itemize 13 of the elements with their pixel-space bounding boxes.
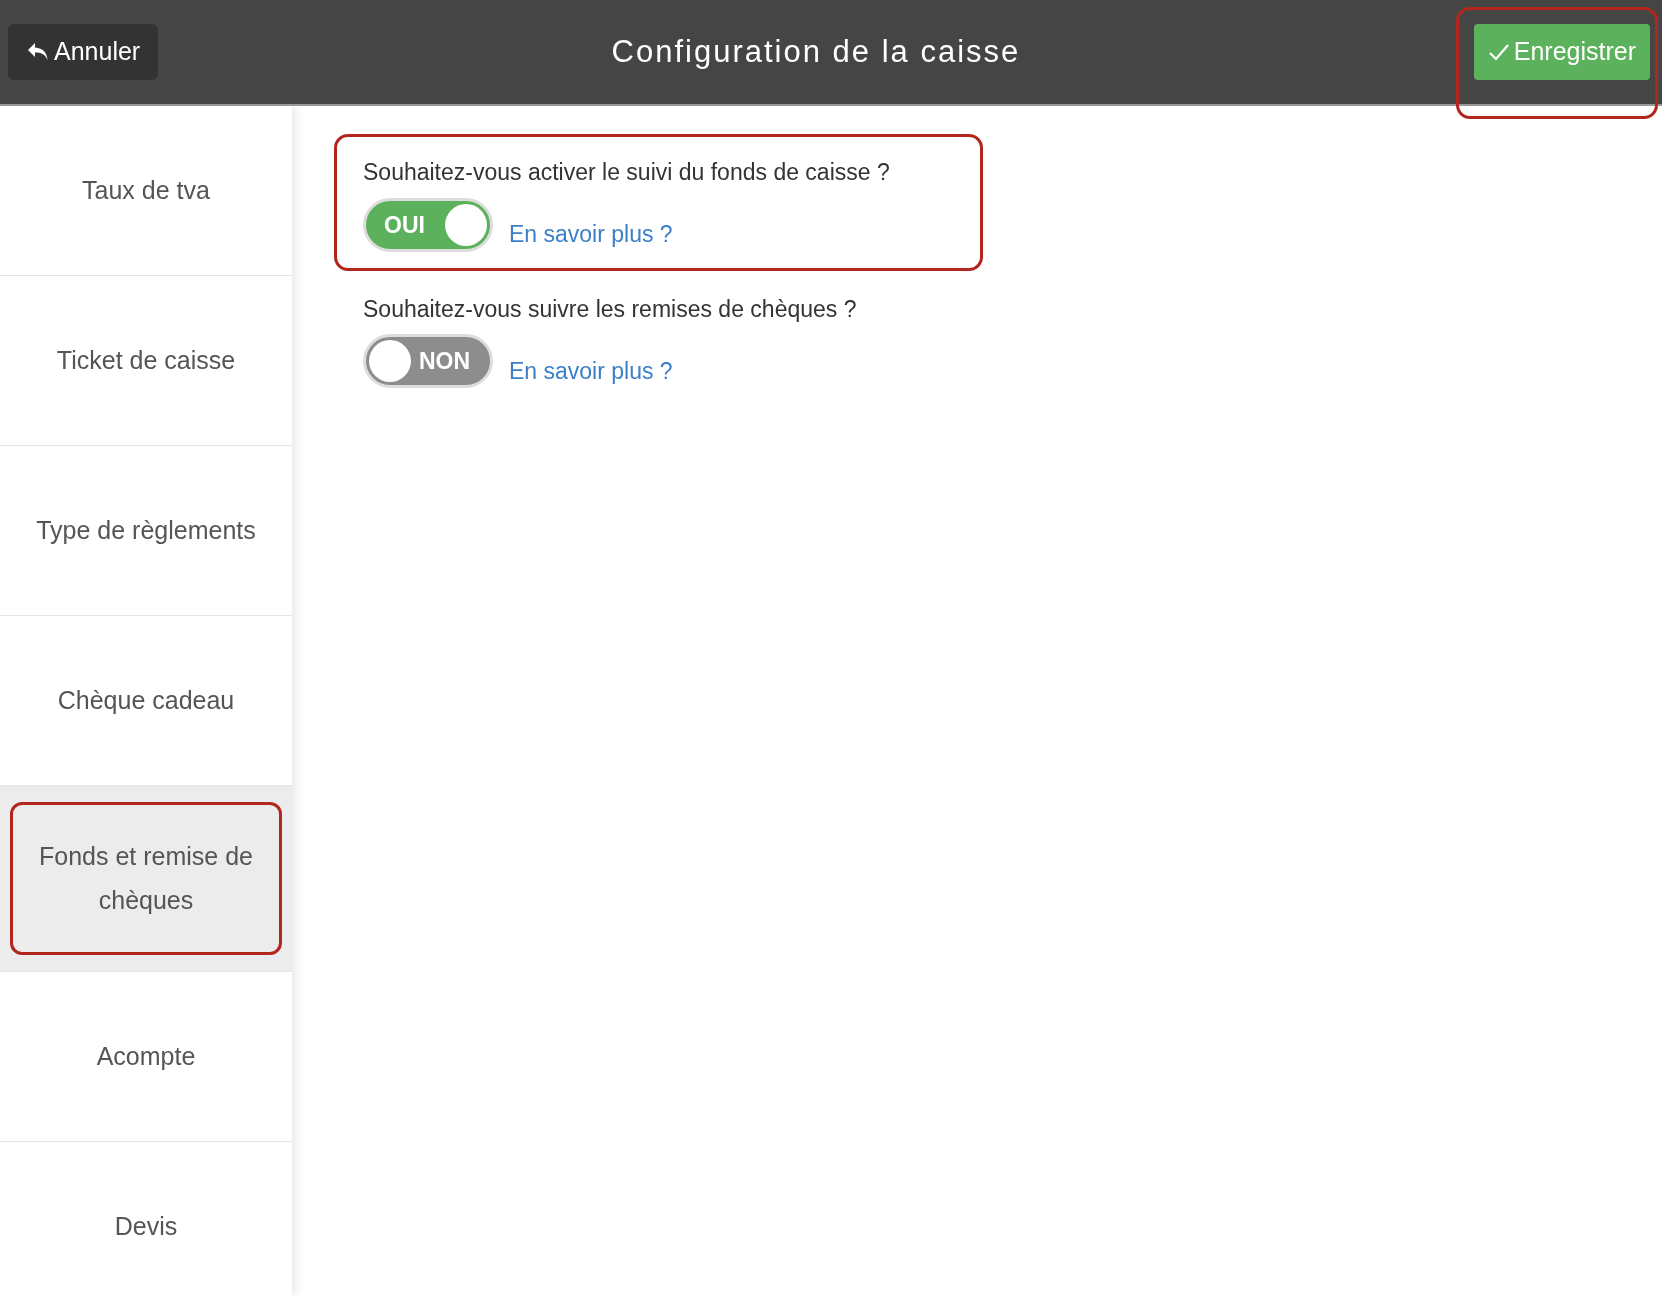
question-text: Souhaitez-vous suivre les remises de chèques ?	[363, 294, 858, 324]
sidebar-item[interactable]: Fonds et remise de chèques	[0, 786, 292, 972]
cancel-button[interactable]: Annuler	[8, 24, 159, 80]
learn-more-link[interactable]: En savoir plus ?	[509, 217, 673, 252]
sidebar-item[interactable]: Acompte	[0, 972, 292, 1142]
sidebar-item[interactable]: Devis	[0, 1142, 292, 1296]
checkmark-icon	[1487, 42, 1510, 62]
question-text: Souhaitez-vous activer le suivi du fonds de caisse ?	[363, 158, 891, 187]
page-title: Configuration de la caisse	[611, 32, 1021, 71]
learn-more-link[interactable]: En savoir plus ?	[509, 353, 673, 388]
sidebar-item[interactable]: Ticket de caisse	[0, 276, 292, 446]
sidebar-item[interactable]: Taux de tva	[0, 106, 292, 276]
sidebar-item[interactable]: Type de règlements	[0, 446, 292, 616]
